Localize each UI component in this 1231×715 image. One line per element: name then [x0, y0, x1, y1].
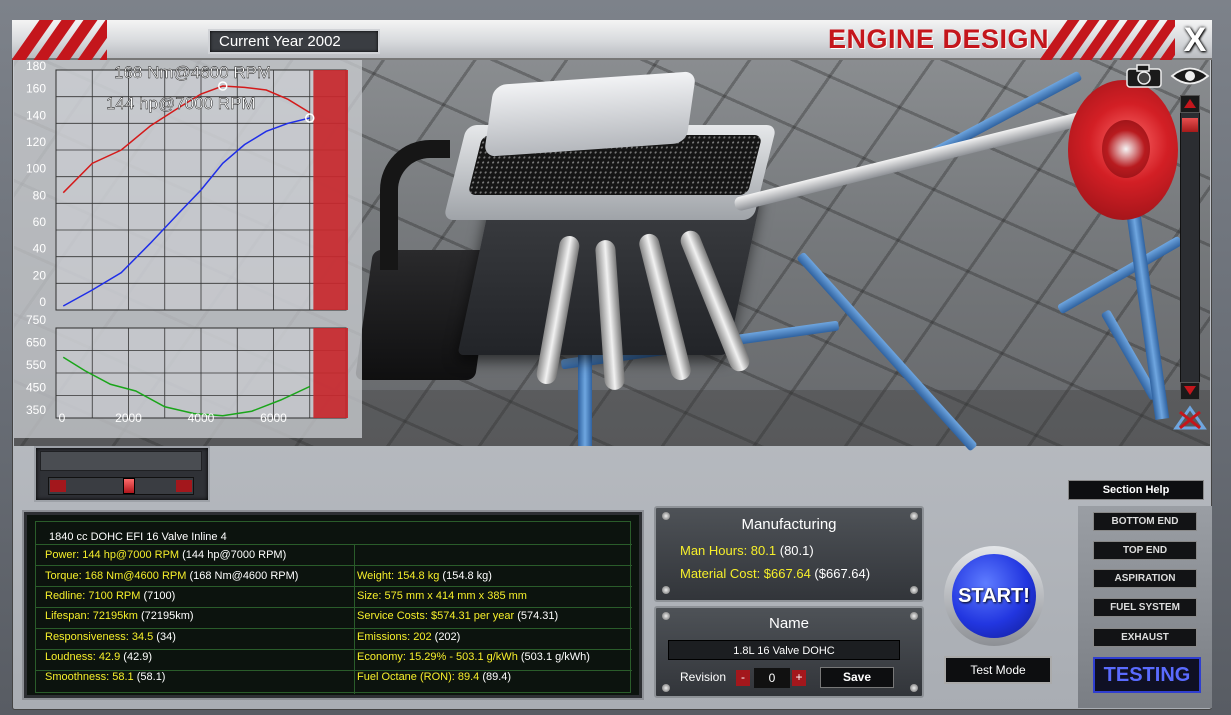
nav-testing[interactable]: TESTING [1093, 657, 1201, 693]
test-mode-button[interactable]: Test Mode [944, 656, 1052, 684]
scroll-down-button[interactable] [1180, 382, 1200, 400]
manufacturing-title: Manufacturing [741, 516, 837, 533]
y-tick-label: 80 [33, 188, 47, 202]
eye-icon[interactable] [1170, 65, 1210, 87]
arrow-down-icon [1184, 386, 1196, 395]
camera-icon[interactable] [1125, 63, 1163, 89]
revision-label: Revision [680, 670, 727, 684]
slider-right-button[interactable] [176, 480, 192, 492]
power-peak-label: 144 hp@7000 RPM [106, 94, 256, 113]
y-tick-label: 140 [26, 108, 46, 122]
y-tick-label: 650 [26, 336, 46, 350]
y-tick-label: 20 [33, 268, 47, 282]
slider-display [40, 451, 202, 471]
red-stripes-left [12, 20, 107, 60]
material-cost: Material Cost: $667.64 ($667.64) [680, 566, 871, 581]
dyno-hub [1102, 120, 1150, 178]
engine-stats-panel: 1840 cc DOHC EFI 16 Valve Inline 4 Power… [24, 512, 642, 698]
engine-description: 1840 cc DOHC EFI 16 Valve Inline 4 [49, 531, 227, 543]
stat-power: Power: 144 hp@7000 RPM (144 hp@7000 RPM) [45, 549, 287, 561]
slider-left-button[interactable] [50, 480, 66, 492]
y-tick-label: 550 [26, 358, 46, 372]
redline-zone [313, 70, 348, 310]
save-button[interactable]: Save [820, 667, 894, 688]
nav-exhaust[interactable]: EXHAUST [1093, 628, 1197, 647]
nav-fuel-system[interactable]: FUEL SYSTEM [1093, 598, 1197, 617]
arrow-up-icon [1184, 99, 1196, 108]
y-tick-label: 160 [26, 82, 46, 96]
stat-redline: Redline: 7100 RPM (7100) [45, 590, 176, 602]
y-tick-label: 750 [26, 313, 46, 327]
y-tick-label: 0 [39, 295, 46, 309]
stat-smoothness: Smoothness: 58.1 (58.1) [45, 671, 166, 683]
nav-aspiration[interactable]: ASPIRATION [1093, 569, 1197, 588]
y-tick-label: 450 [26, 381, 46, 395]
bolt-icon [910, 586, 918, 594]
bolt-icon [662, 684, 670, 692]
red-stripes-right [1040, 20, 1175, 60]
stat-service-costs: Service Costs: $574.31 per year (574.31) [357, 610, 559, 622]
y-tick-label: 100 [26, 162, 46, 176]
x-tick-label: 2000 [115, 411, 142, 425]
page-title: ENGINE DESIGN [828, 24, 1050, 54]
close-button[interactable]: X [1180, 22, 1210, 58]
nav-top-end[interactable]: TOP END [1093, 541, 1197, 560]
bolt-icon [662, 586, 670, 594]
stat-economy: Economy: 15.29% - 503.1 g/kWh (503.1 g/k… [357, 651, 590, 663]
engine-design-screen: Current Year 2002 ENGINE DESIGN X 180 16… [0, 0, 1231, 715]
redline-zone [313, 328, 348, 418]
intake-hose [380, 140, 450, 270]
man-hours: Man Hours: 80.1 (80.1) [680, 543, 814, 558]
start-button[interactable]: START! [952, 554, 1036, 638]
name-title: Name [768, 615, 809, 632]
stat-weight: Weight: 154.8 kg (154.8 kg) [357, 570, 492, 582]
view-slider-track[interactable] [48, 477, 194, 495]
stat-emissions: Emissions: 202 (202) [357, 631, 461, 643]
scroll-up-button[interactable] [1180, 95, 1200, 113]
y-tick-label: 180 [26, 60, 46, 73]
y-tick-label: 120 [26, 135, 46, 149]
nav-bottom-end[interactable]: BOTTOM END [1093, 512, 1197, 531]
stat-fuel-octane: Fuel Octane (RON): 89.4 (89.4) [357, 671, 512, 683]
revision-value: 0 [754, 668, 790, 688]
current-year-label: Current Year 2002 [208, 29, 380, 54]
stats-grid [35, 521, 632, 694]
intake-manifold [483, 71, 697, 157]
stat-torque: Torque: 168 Nm@4600 RPM (168 Nm@4600 RPM… [45, 570, 299, 582]
engine-name-field[interactable]: 1.8L 16 Valve DOHC [668, 640, 900, 660]
dyno-chart: 180 160 140 120 100 80 60 40 20 0 750 650 550 450 350 0… [14, 60, 362, 438]
revision-decrement-button[interactable]: - [736, 670, 750, 686]
hide-rig-icon[interactable] [1172, 404, 1208, 432]
x-tick-label: 6000 [260, 411, 287, 425]
stat-loudness: Loudness: 42.9 (42.9) [45, 651, 153, 663]
scroll-thumb[interactable] [1182, 118, 1198, 132]
slider-thumb[interactable] [123, 478, 135, 494]
x-tick-label: 0 [59, 411, 66, 425]
bolt-icon [910, 684, 918, 692]
stat-lifespan: Lifespan: 72195km (72195km) [45, 610, 194, 622]
y-tick-label: 60 [33, 215, 47, 229]
x-tick-label: 4000 [188, 411, 215, 425]
stat-responsiveness: Responsiveness: 34.5 (34) [45, 631, 176, 643]
section-help-button[interactable]: Section Help [1068, 480, 1204, 500]
y-tick-label: 350 [26, 403, 46, 417]
camera-zoom-scrollbar[interactable] [1180, 95, 1200, 400]
stat-size: Size: 575 mm x 414 mm x 385 mm [357, 590, 527, 602]
revision-increment-button[interactable]: + [792, 670, 806, 686]
torque-peak-label: 168 Nm@4600 RPM [114, 63, 271, 82]
y-tick-label: 40 [33, 242, 47, 256]
